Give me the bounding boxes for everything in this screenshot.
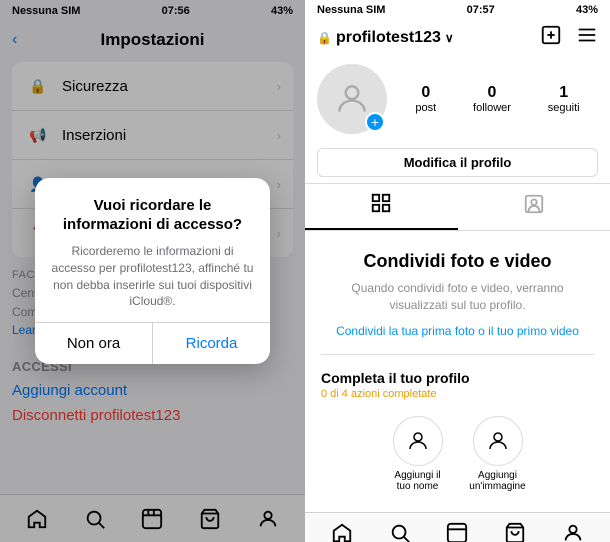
dialog-overlay: Vuoi ricordare le informazioni di access… [0, 0, 305, 542]
stats-container: 0 post 0 follower 1 seguiti [387, 84, 598, 114]
main-content: Condividi foto e video Quando condividi … [305, 231, 610, 512]
avatar-container: + [317, 64, 387, 134]
dialog-buttons: Non ora Ricorda [35, 322, 270, 364]
avatar-add-button[interactable]: + [365, 112, 385, 132]
follower-count: 0 [488, 84, 497, 102]
seguiti-count: 1 [559, 84, 568, 102]
dialog-content: Vuoi ricordare le informazioni di access… [35, 178, 270, 322]
right-time: 07:57 [467, 4, 495, 16]
divider [321, 354, 594, 355]
dialog-title: Vuoi ricordare le informazioni di access… [51, 196, 254, 235]
edit-profile-button[interactable]: Modifica il profilo [317, 148, 598, 177]
profile-stats-row: + 0 post 0 follower 1 seguiti [305, 56, 610, 142]
add-image-label: Aggiungi un'immagine [468, 470, 528, 492]
dialog-message: Ricorderemo le informazioni di accesso p… [51, 243, 254, 310]
tab-grid[interactable] [305, 184, 458, 230]
seguiti-label: seguiti [548, 102, 580, 114]
add-name-label: Aggiungi il tuo nome [388, 470, 448, 492]
chevron-down-icon: ∨ [445, 31, 454, 45]
right-tab-search[interactable] [380, 513, 420, 542]
stat-follower: 0 follower [473, 84, 511, 114]
complete-profile: Completa il tuo profilo 0 di 4 azioni co… [321, 370, 594, 400]
post-count: 0 [421, 84, 430, 102]
profile-username[interactable]: 🔒 profilotest123 ∨ [317, 29, 454, 47]
share-title: Condividi foto e video [364, 251, 552, 272]
right-battery: 43% [576, 4, 598, 16]
share-subtitle: Quando condividi foto e video, verranno … [321, 280, 594, 314]
add-post-button[interactable] [540, 24, 562, 52]
action-add-image[interactable]: Aggiungi un'immagine [468, 416, 528, 492]
dialog-confirm-button[interactable]: Ricorda [153, 323, 270, 364]
stat-post: 0 post [415, 84, 436, 114]
tabs-row [305, 183, 610, 231]
right-panel: Nessuna SIM 07:57 43% 🔒 profilotest123 ∨… [305, 0, 610, 542]
add-name-icon [393, 416, 443, 466]
profile-actions: Aggiungi il tuo nome Aggiungi un'immagin… [388, 416, 528, 492]
right-bottom-bar [305, 512, 610, 542]
right-carrier: Nessuna SIM [317, 4, 385, 16]
right-header: 🔒 profilotest123 ∨ [305, 20, 610, 56]
follower-label: follower [473, 102, 511, 114]
action-add-name[interactable]: Aggiungi il tuo nome [388, 416, 448, 492]
header-icons [540, 24, 598, 52]
dialog: Vuoi ricordare le informazioni di access… [35, 178, 270, 364]
tagged-icon [523, 193, 545, 221]
lock-icon: 🔒 [317, 31, 332, 45]
complete-title: Completa il tuo profilo [321, 370, 594, 386]
share-link[interactable]: Condividi la tua prima foto o il tuo pri… [336, 324, 579, 338]
menu-button[interactable] [576, 24, 598, 52]
grid-icon [370, 192, 392, 220]
dialog-cancel-button[interactable]: Non ora [35, 323, 153, 364]
username-text: profilotest123 [336, 29, 441, 47]
stat-seguiti: 1 seguiti [548, 84, 580, 114]
complete-progress: 0 di 4 azioni completate [321, 388, 594, 400]
add-image-icon [473, 416, 523, 466]
right-tab-reels[interactable] [437, 513, 477, 542]
left-panel: Nessuna SIM 07:56 43% ‹ Impostazioni 🔒 S… [0, 0, 305, 542]
right-tab-profile[interactable] [553, 513, 593, 542]
post-label: post [415, 102, 436, 114]
tab-tagged[interactable] [458, 184, 610, 230]
right-status-bar: Nessuna SIM 07:57 43% [305, 0, 610, 20]
right-tab-shop[interactable] [495, 513, 535, 542]
right-tab-home[interactable] [322, 513, 362, 542]
